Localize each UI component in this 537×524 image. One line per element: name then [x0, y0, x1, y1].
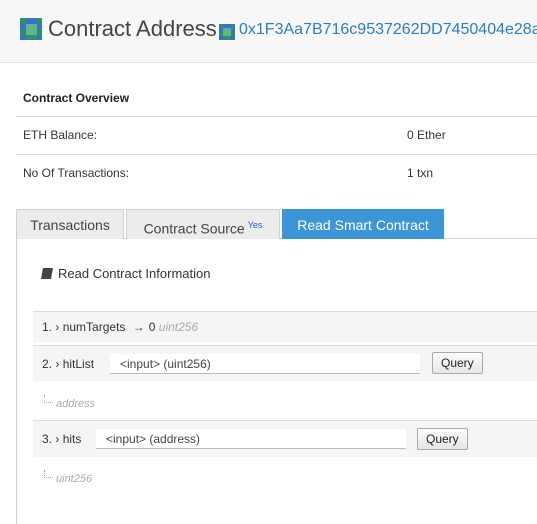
hits-input[interactable] — [96, 429, 406, 449]
arrow-right-icon: → — [132, 320, 145, 334]
chevron-right-icon: › — [55, 432, 60, 446]
tab-label: Read Smart Contract — [297, 217, 429, 233]
verified-badge: Yes — [247, 220, 263, 230]
hitList-output-type: address — [44, 395, 95, 410]
page-header: Contract Address 0x1F3Aa7B716c9537262DD7… — [0, 0, 537, 63]
read-contract-heading: Read Contract Information — [41, 266, 210, 281]
divider — [16, 154, 537, 155]
function-name: numTargets — [62, 320, 126, 334]
eth-balance-label: ETH Balance: — [23, 128, 98, 142]
overview-title: Contract Overview — [23, 91, 130, 105]
chevron-right-icon: › — [55, 320, 60, 334]
tree-elbow-icon — [44, 470, 53, 478]
tree-elbow-icon — [44, 395, 53, 403]
tab-label: Contract Source — [143, 220, 245, 237]
address-identicon-icon — [219, 24, 235, 40]
function-name: hitList — [62, 357, 95, 371]
function-hits: 3. › hits — [42, 432, 82, 446]
eth-balance-value: 0 Ether — [407, 128, 446, 142]
read-contract-panel — [16, 239, 537, 524]
function-result: 0 — [148, 320, 156, 334]
txn-count-label: No Of Transactions: — [23, 166, 130, 180]
tab-read-smart-contract[interactable]: Read Smart Contract — [282, 209, 444, 239]
function-hitList: 2. › hitList — [42, 357, 95, 371]
divider — [16, 116, 537, 117]
tab-contract-source[interactable]: Contract Source Yes — [126, 209, 280, 239]
txn-count-value: 1 txn — [407, 166, 434, 180]
chevron-right-icon: › — [55, 357, 60, 371]
hits-query-button[interactable]: Query — [417, 428, 468, 450]
hits-output-type: uint256 — [44, 470, 92, 485]
hitList-query-button[interactable]: Query — [432, 352, 483, 374]
page-title: Contract Address — [48, 16, 217, 41]
book-icon — [41, 268, 53, 279]
contract-address-link[interactable]: 0x1F3Aa7B716c9537262DD7450404e28a — [239, 21, 537, 39]
function-result-type: uint256 — [158, 320, 199, 334]
function-name: hits — [62, 432, 82, 446]
identicon-icon — [20, 18, 42, 40]
tab-label: Transactions — [30, 217, 110, 233]
function-numTargets: 1. › numTargets → 0 uint256 — [42, 320, 199, 334]
hitList-input[interactable] — [110, 354, 420, 374]
tab-transactions[interactable]: Transactions — [16, 209, 124, 239]
